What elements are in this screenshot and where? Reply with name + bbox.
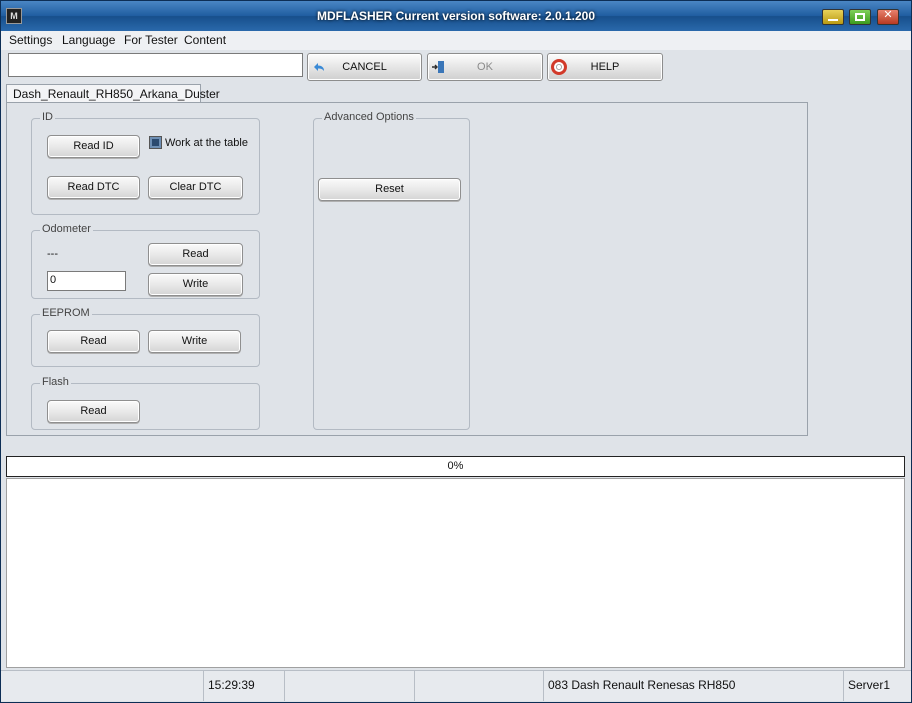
tab-dash-renault[interactable]: Dash_Renault_RH850_Arkana_Duster	[6, 84, 220, 103]
group-odometer: Odometer --- Read 0 Write	[31, 223, 260, 299]
odometer-value: ---	[47, 248, 58, 260]
window-title: MDFLASHER Current version software: 2.0.…	[316, 9, 596, 23]
status-cell-4	[414, 671, 544, 701]
menu-for-tester[interactable]: For Tester	[124, 33, 178, 47]
ok-label: OK	[477, 61, 493, 73]
title-bar[interactable]: M MDFLASHER Current version software: 2.…	[1, 1, 911, 31]
status-time-text: 15:29:39	[208, 678, 255, 692]
menu-content[interactable]: Content	[184, 33, 226, 47]
app-window: M MDFLASHER Current version software: 2.…	[0, 0, 912, 703]
group-odometer-title: Odometer	[40, 223, 93, 235]
status-device-text: 083 Dash Renault Renesas RH850	[548, 678, 736, 692]
help-button[interactable]: HELP	[547, 53, 663, 81]
eeprom-read-label: Read	[80, 335, 107, 347]
maximize-button[interactable]	[849, 9, 871, 25]
odometer-read-label: Read	[182, 248, 209, 260]
help-label: HELP	[590, 61, 620, 73]
menu-bar: Settings Language For Tester Content	[1, 31, 911, 50]
minimize-icon	[828, 19, 838, 21]
status-time: 15:29:39	[203, 671, 285, 701]
odometer-read-button[interactable]: Read	[148, 243, 243, 266]
reset-label: Reset	[375, 183, 404, 195]
read-id-label: Read ID	[73, 140, 114, 152]
work-at-table-label: Work at the table	[165, 137, 248, 149]
menu-settings[interactable]: Settings	[9, 33, 52, 47]
status-cell-1	[1, 671, 204, 701]
eeprom-read-button[interactable]: Read	[47, 330, 140, 353]
cancel-button[interactable]: CANCEL	[307, 53, 422, 81]
eeprom-write-button[interactable]: Write	[148, 330, 241, 353]
group-advanced-options: Advanced Options Reset	[313, 111, 470, 430]
group-flash-title: Flash	[40, 376, 71, 388]
group-eeprom: EEPROM Read Write	[31, 307, 260, 367]
odometer-input-value: 0	[50, 274, 57, 286]
status-bar: 15:29:39 083 Dash Renault Renesas RH850 …	[1, 670, 911, 701]
status-server: Server1	[843, 671, 911, 701]
toolbar: CANCEL OK HELP	[1, 50, 911, 83]
cancel-label: CANCEL	[342, 61, 387, 73]
tab-label: Dash_Renault_RH850_Arkana_Duster	[13, 87, 220, 101]
close-icon: ✕	[883, 9, 893, 21]
odometer-write-label: Write	[182, 278, 209, 290]
group-flash: Flash Read	[31, 376, 260, 430]
maximize-icon	[855, 13, 865, 21]
read-dtc-label: Read DTC	[67, 181, 120, 193]
progress-percent: 0%	[447, 460, 464, 472]
status-server-text: Server1	[848, 678, 891, 692]
log-output[interactable]	[6, 478, 905, 668]
flash-read-label: Read	[80, 405, 107, 417]
minimize-button[interactable]	[822, 9, 844, 25]
progress-bar: 0%	[6, 456, 905, 477]
odometer-input[interactable]: 0	[47, 271, 126, 291]
odometer-write-button[interactable]: Write	[148, 273, 243, 296]
status-device: 083 Dash Renault Renesas RH850	[543, 671, 844, 701]
status-cell-3	[284, 671, 415, 701]
clear-dtc-label: Clear DTC	[169, 181, 222, 193]
menu-language[interactable]: Language	[62, 33, 115, 47]
group-eeprom-title: EEPROM	[40, 307, 92, 319]
eeprom-write-label: Write	[181, 335, 208, 347]
group-id-title: ID	[40, 111, 55, 123]
read-id-button[interactable]: Read ID	[47, 135, 140, 158]
command-input[interactable]	[8, 53, 303, 77]
close-button[interactable]: ✕	[877, 9, 899, 25]
ok-button[interactable]: OK	[427, 53, 543, 81]
clear-dtc-button[interactable]: Clear DTC	[148, 176, 243, 199]
work-at-table-checkbox[interactable]	[149, 136, 162, 149]
tab-panel: ID Read ID Work at the table Read DTC Cl…	[6, 102, 808, 436]
read-dtc-button[interactable]: Read DTC	[47, 176, 140, 199]
group-advanced-title: Advanced Options	[322, 111, 416, 123]
reset-button[interactable]: Reset	[318, 178, 461, 201]
group-id: ID Read ID Work at the table Read DTC Cl…	[31, 111, 260, 215]
flash-read-button[interactable]: Read	[47, 400, 140, 423]
